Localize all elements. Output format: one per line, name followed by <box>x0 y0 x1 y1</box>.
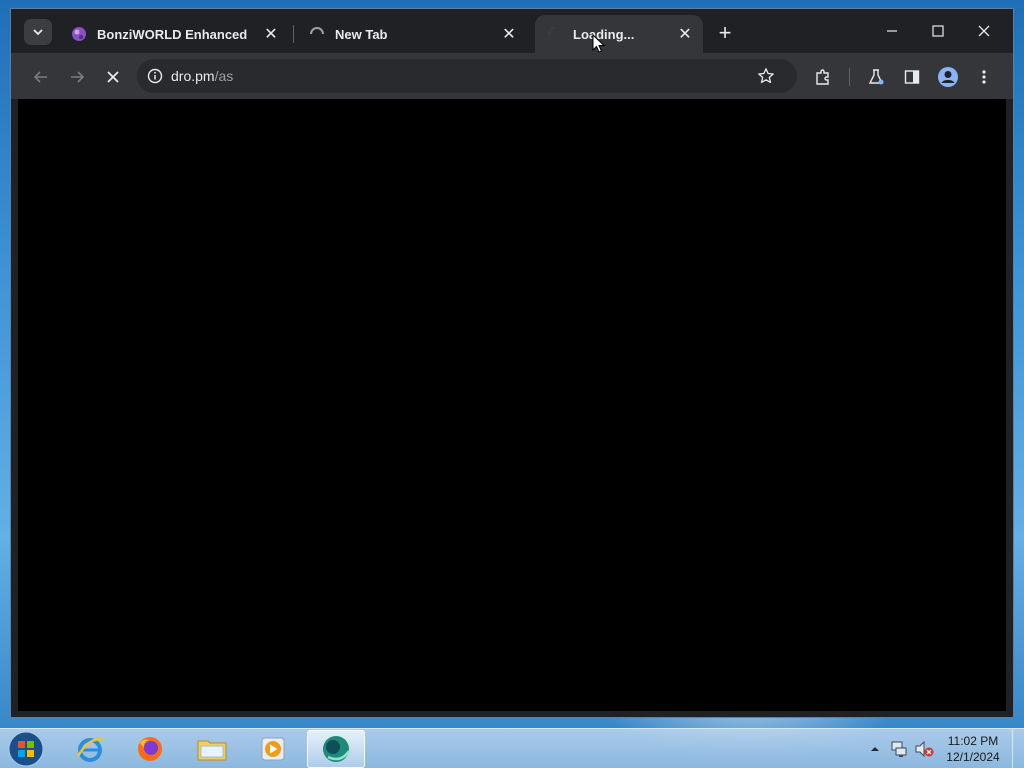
url-path: /as <box>214 68 234 84</box>
profile-button[interactable] <box>932 61 964 93</box>
star-icon <box>758 68 774 84</box>
maximize-button[interactable] <box>915 9 961 53</box>
close-tab-icon[interactable]: ✕ <box>499 24 519 44</box>
bonzi-app-button[interactable] <box>307 730 365 768</box>
maximize-icon <box>932 25 944 37</box>
taskbar: 11:02 PM 12/1/2024 <box>0 728 1024 768</box>
tab-title: Loading... <box>573 26 635 42</box>
clock-time: 11:02 PM <box>947 734 999 748</box>
info-icon <box>147 68 163 84</box>
tab-separator <box>293 25 294 43</box>
minimize-button[interactable] <box>869 9 915 53</box>
firefox-icon <box>138 737 162 761</box>
url-host: dro.pm <box>171 68 215 84</box>
address-bar[interactable]: dro.pm/as <box>137 59 797 93</box>
toolbar-separator <box>849 68 850 86</box>
windows-orb-icon <box>8 731 44 767</box>
avatar-icon <box>938 67 958 87</box>
extensions-button[interactable] <box>807 61 839 93</box>
arrow-right-icon <box>71 71 85 83</box>
new-tab-button[interactable]: + <box>711 19 739 47</box>
close-window-button[interactable] <box>961 9 1007 53</box>
close-tab-icon[interactable]: ✕ <box>675 24 695 44</box>
menu-button[interactable] <box>968 61 1000 93</box>
bonzi-favicon-icon <box>72 27 86 41</box>
tab-search-button[interactable] <box>24 19 52 45</box>
tab-strip: BonziWORLD Enhanced ✕ New Tab ✕ Loading.… <box>11 9 1013 53</box>
arrow-left-icon <box>33 71 47 83</box>
show-hidden-icons-button[interactable] <box>868 735 882 763</box>
url-text: dro.pm/as <box>171 68 233 84</box>
back-button[interactable] <box>25 61 57 93</box>
network-tray-button[interactable] <box>889 735 909 763</box>
tab-title: New Tab <box>335 26 388 42</box>
chevron-down-icon <box>33 29 43 36</box>
tab-loading[interactable]: Loading... ✕ <box>535 15 703 53</box>
speaker-muted-icon <box>915 740 934 758</box>
more-vertical-icon <box>982 70 986 84</box>
tab-bonziworld[interactable]: BonziWORLD Enhanced ✕ <box>59 15 289 53</box>
internet-explorer-icon <box>76 738 104 762</box>
system-clock[interactable]: 11:02 PM 12/1/2024 <box>938 733 1008 765</box>
page-content[interactable] <box>18 99 1006 711</box>
folder-icon <box>197 740 227 761</box>
show-desktop-button[interactable] <box>1012 729 1024 768</box>
browser-window: BonziWORLD Enhanced ✕ New Tab ✕ Loading.… <box>10 8 1014 718</box>
chevron-up-icon <box>871 747 879 751</box>
volume-tray-button[interactable] <box>913 735 935 763</box>
stop-icon <box>107 71 119 83</box>
clock-date: 12/1/2024 <box>946 750 1000 764</box>
stop-loading-button[interactable] <box>97 61 129 93</box>
firefox-button[interactable] <box>121 730 179 768</box>
forward-button[interactable] <box>61 61 93 93</box>
loading-spinner-icon <box>310 27 324 35</box>
close-icon <box>978 25 990 37</box>
tab-title: BonziWORLD Enhanced <box>97 26 248 42</box>
labs-button[interactable] <box>860 61 892 93</box>
puzzle-icon <box>816 69 829 85</box>
side-panel-icon <box>904 70 920 84</box>
tab-new-tab[interactable]: New Tab ✕ <box>297 15 527 53</box>
close-tab-icon[interactable]: ✕ <box>261 24 281 44</box>
flask-icon <box>868 69 884 85</box>
internet-explorer-button[interactable] <box>61 730 119 768</box>
file-explorer-button[interactable] <box>183 730 241 768</box>
bookmark-button[interactable] <box>757 67 775 90</box>
mouse-cursor-icon <box>592 34 606 53</box>
bonzi-app-icon <box>323 736 351 762</box>
browser-toolbar: dro.pm/as <box>11 53 1013 99</box>
site-info-button[interactable] <box>147 68 163 84</box>
minimize-icon <box>887 30 897 32</box>
media-player-button[interactable] <box>244 730 302 768</box>
media-player-icon <box>261 737 285 761</box>
network-icon <box>891 741 907 757</box>
loading-spinner-icon <box>548 27 556 35</box>
start-button[interactable] <box>6 730 46 768</box>
side-panel-button[interactable] <box>896 61 928 93</box>
